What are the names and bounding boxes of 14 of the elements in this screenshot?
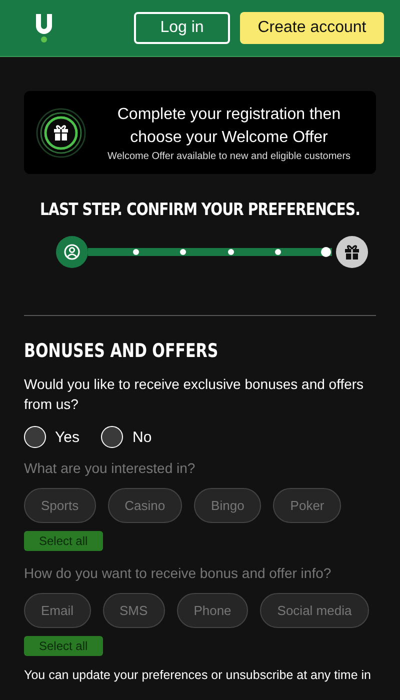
- banner-subtitle: Welcome Offer available to new and eligible customers: [106, 151, 352, 162]
- radio-option[interactable]: Yes: [24, 426, 80, 448]
- gift-icon: [36, 108, 86, 158]
- create-account-button[interactable]: Create account: [240, 12, 384, 44]
- banner-title: Complete your registration then choose your Welcome Offer: [116, 105, 342, 148]
- logo-icon[interactable]: [34, 13, 54, 43]
- login-button[interactable]: Log in: [134, 12, 230, 44]
- section-title: BONUSES AND OFFERS: [24, 340, 220, 362]
- question-text: Would you like to receive exclusive bonuses and offers from us?: [24, 375, 365, 414]
- progress-title: LAST STEP. CONFIRM YOUR PREFERENCES.: [39, 200, 361, 220]
- footnote-text: You can update your preferences or unsubscribe at any time in: [24, 668, 372, 682]
- group-label: What are you interested in?: [24, 460, 196, 476]
- group-label: How do you want to receive bonus and offer info?: [24, 565, 332, 581]
- radio-option[interactable]: No: [101, 426, 152, 448]
